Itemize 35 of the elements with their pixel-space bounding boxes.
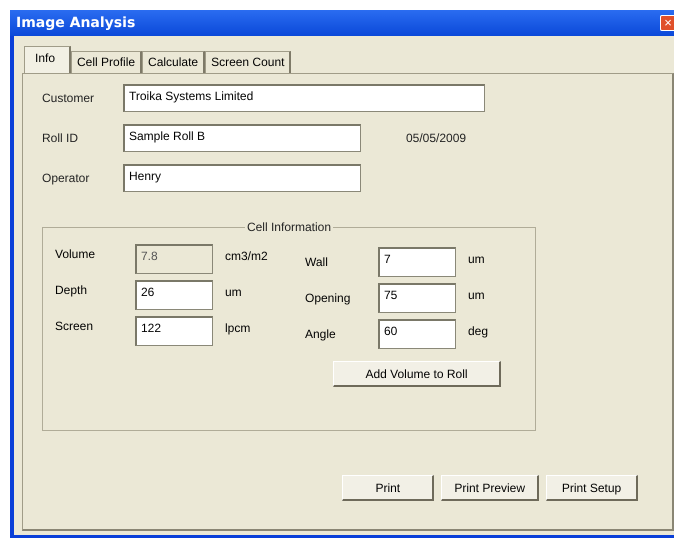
- unit-label: um: [468, 252, 486, 268]
- field-label: Angle: [305, 327, 337, 341]
- field-label: Screen: [55, 319, 94, 335]
- tab[interactable]: Cell Profile: [71, 51, 142, 73]
- text-field[interactable]: Troika Systems Limited: [123, 84, 485, 112]
- group-title: Cell Information: [246, 220, 332, 234]
- field-label: Customer: [42, 91, 96, 105]
- print-button[interactable]: Print Setup: [546, 475, 638, 501]
- number-field[interactable]: 60: [378, 319, 456, 349]
- number-field[interactable]: 7: [378, 247, 456, 277]
- unit-label: lpcm: [225, 321, 252, 337]
- add-volume-button[interactable]: Add Volume to Roll: [333, 361, 501, 387]
- field-label: Volume: [55, 247, 96, 263]
- number-field[interactable]: 26: [135, 280, 213, 310]
- window-title: Image Analysis: [16, 15, 136, 31]
- number-field[interactable]: 75: [378, 283, 456, 313]
- text-field[interactable]: Sample Roll B: [123, 124, 361, 152]
- print-button[interactable]: Print: [342, 475, 434, 501]
- unit-label: um: [225, 285, 243, 301]
- tab[interactable]: Calculate: [142, 51, 206, 73]
- field-label: Opening: [305, 291, 352, 305]
- unit-label: um: [468, 288, 486, 304]
- tab[interactable]: Info: [24, 46, 72, 73]
- number-field[interactable]: 122: [135, 316, 213, 346]
- unit-label: deg: [468, 324, 490, 340]
- field-label: Roll ID: [42, 131, 80, 145]
- date-text: 05/05/2009: [406, 131, 466, 145]
- print-button[interactable]: Print Preview: [441, 475, 539, 501]
- field-label: Wall: [305, 255, 329, 269]
- unit-label: cm3/m2: [225, 249, 269, 265]
- field-label: Depth: [55, 283, 88, 299]
- text-field[interactable]: Henry: [123, 164, 361, 192]
- field-label: Operator: [42, 171, 90, 185]
- tab[interactable]: Screen Count: [205, 51, 292, 73]
- close-button[interactable]: ×: [660, 15, 674, 31]
